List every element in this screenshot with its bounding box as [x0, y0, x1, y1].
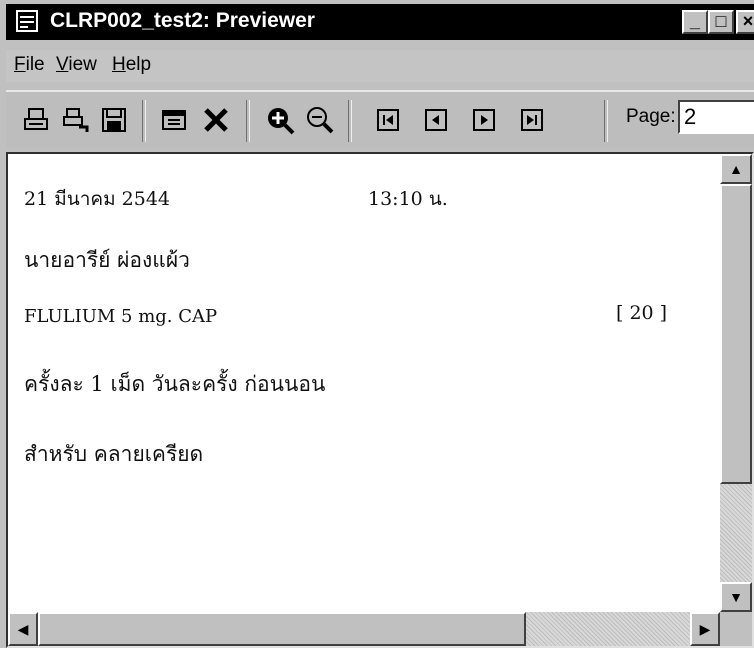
scroll-right-icon[interactable]: ▶ — [690, 612, 720, 646]
menu-help-mnemonic: H — [112, 54, 126, 75]
menu-help[interactable]: Help — [112, 54, 151, 76]
scroll-up-icon[interactable]: ▲ — [720, 154, 752, 184]
menu-view-label: iew — [68, 54, 97, 75]
last-page-icon[interactable] — [514, 102, 550, 138]
toolbar: Page: 2 — [6, 90, 754, 148]
save-icon[interactable] — [96, 102, 132, 138]
patient-name: นายอารีย์ ผ่องแผ้ว — [24, 248, 190, 272]
scroll-down-icon[interactable]: ▼ — [720, 582, 752, 612]
print-setup-icon[interactable] — [58, 102, 94, 138]
toolbar-separator — [246, 100, 250, 142]
scrollbar-corner — [720, 612, 752, 646]
preview-page: 21 มีนาคม 2544 13:10 น. นายอารีย์ ผ่องแผ… — [8, 154, 720, 612]
previewer-window: CLRP002_test2: Previewer _ □ × File View… — [0, 0, 754, 648]
drug-quantity: [ 20 ] — [616, 302, 668, 324]
print-icon[interactable] — [18, 102, 54, 138]
close-button[interactable]: × — [736, 10, 754, 34]
previewer-app-icon[interactable] — [16, 10, 38, 32]
horizontal-scroll-thumb[interactable] — [38, 612, 526, 646]
next-page-icon[interactable] — [466, 102, 502, 138]
dosage-instructions: ครั้งละ 1 เม็ด วันละครั้ง ก่อนนอน — [24, 372, 326, 396]
menu-file[interactable]: File — [14, 54, 45, 76]
previous-page-icon[interactable] — [418, 102, 454, 138]
time-text: 13:10 น. — [368, 188, 448, 210]
maximize-button[interactable]: □ — [708, 10, 734, 34]
first-page-icon[interactable] — [370, 102, 406, 138]
zoom-out-icon[interactable] — [302, 102, 338, 138]
page-setup-icon[interactable] — [156, 102, 192, 138]
toolbar-separator — [348, 100, 352, 142]
menu-bar: File View Help — [6, 50, 754, 82]
toolbar-separator — [604, 100, 608, 142]
page-label: Page: — [626, 106, 676, 127]
preview-area: 21 มีนาคม 2544 13:10 น. นายอารีย์ ผ่องแผ… — [6, 152, 754, 648]
title-bar[interactable]: CLRP002_test2: Previewer _ □ × — [6, 4, 754, 40]
drug-purpose: สำหรับ คลายเครียด — [24, 442, 204, 466]
page-number-input[interactable]: 2 — [678, 100, 754, 134]
menu-view-mnemonic: V — [56, 54, 69, 75]
menu-help-label: elp — [125, 54, 152, 75]
date-text: 21 มีนาคม 2544 — [24, 188, 171, 210]
minimize-button[interactable]: _ — [682, 10, 708, 34]
horizontal-scrollbar[interactable]: ◀ ▶ — [8, 612, 720, 646]
menu-file-label: ile — [25, 54, 45, 75]
drug-name: FLULIUM 5 mg. CAP — [24, 306, 218, 327]
vertical-scrollbar[interactable]: ▲ ▼ — [720, 154, 752, 612]
vertical-scroll-thumb[interactable] — [720, 184, 752, 484]
close-document-icon[interactable] — [198, 102, 234, 138]
scroll-left-icon[interactable]: ◀ — [8, 612, 38, 646]
zoom-in-icon[interactable] — [262, 102, 298, 138]
window-title: CLRP002_test2: Previewer — [50, 9, 315, 32]
toolbar-separator — [142, 100, 146, 142]
menu-view[interactable]: View — [56, 54, 97, 76]
menu-file-mnemonic: F — [14, 54, 26, 75]
